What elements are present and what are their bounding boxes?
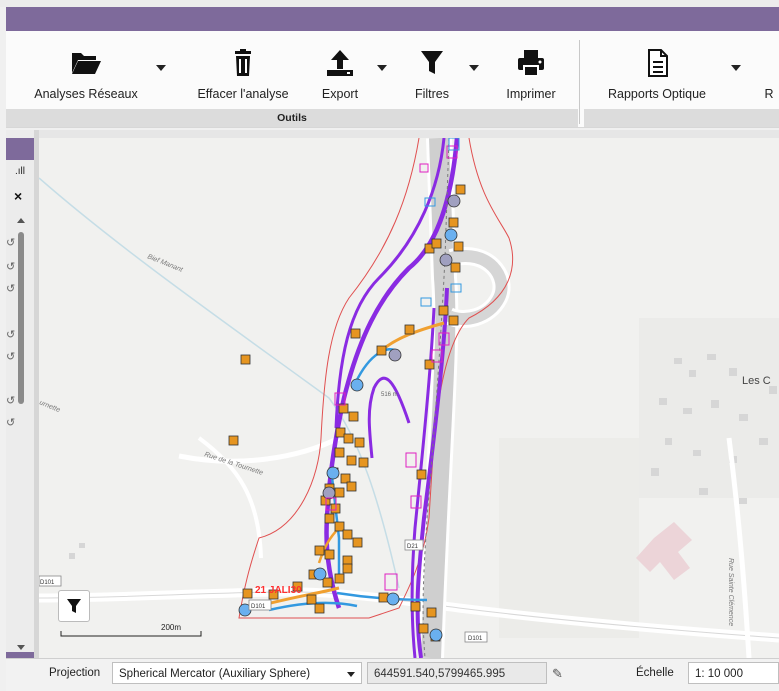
scale-bar-label: 200m [161, 623, 181, 632]
ribbon-group-bar [584, 109, 779, 127]
ribbon-separator [579, 40, 580, 124]
effacer-analyse-label: Effacer l'analyse [197, 87, 289, 101]
export-dropdown[interactable] [377, 65, 387, 71]
scroll-down-icon[interactable] [17, 645, 25, 650]
printer-icon [518, 50, 544, 77]
status-bar: Projection Spherical Mercator (Auxiliary… [6, 658, 779, 691]
filtres-label: Filtres [414, 87, 450, 101]
layer-icon[interactable]: ↺ [6, 394, 15, 407]
layer-icon[interactable]: ↺ [6, 416, 15, 429]
cable-label: 21 JALI30 [255, 585, 302, 596]
projection-select[interactable]: Spherical Mercator (Auxiliary Sphere) [112, 662, 362, 684]
report-icon [648, 49, 668, 77]
scale-label: Échelle [636, 667, 674, 679]
coordinates-field[interactable]: 644591.540,5799465.995 [367, 662, 547, 684]
top-strip [0, 0, 779, 7]
left-panel-scrollbar[interactable] [18, 232, 24, 404]
imprimer-button[interactable]: Imprimer [496, 39, 566, 111]
road-label-d101: D101 [251, 604, 266, 610]
rapports-optique-button[interactable]: Rapports Optique [594, 39, 720, 111]
layer-icon[interactable]: ↺ [6, 328, 15, 341]
elevation-label: 516 m [381, 392, 398, 398]
road-label-d101: D101 [40, 580, 55, 586]
next-ribbon-label: R [764, 87, 774, 101]
filtres-button[interactable]: Filtres [404, 39, 460, 111]
rapports-optique-label: Rapports Optique [608, 87, 706, 101]
upload-icon [327, 50, 353, 76]
projection-value: Spherical Mercator (Auxiliary Sphere) [119, 668, 311, 680]
imprimer-label: Imprimer [506, 87, 556, 101]
road-label-d101: D101 [468, 636, 483, 642]
filter-icon [421, 51, 443, 74]
export-button[interactable]: Export [314, 39, 366, 111]
les-label: Les C [742, 375, 771, 387]
chevron-down-icon [347, 672, 355, 677]
filtres-dropdown[interactable] [469, 65, 479, 71]
layer-icon[interactable]: ↺ [6, 260, 15, 273]
road-label-d21: D21 [407, 544, 419, 550]
ribbon-group-label: Outils [6, 109, 578, 127]
map-canvas[interactable]: Bief Manant Rue de la Tournette urnette … [39, 138, 779, 658]
effacer-analyse-button[interactable]: Effacer l'analyse [186, 39, 300, 111]
left-panel-header [6, 138, 34, 160]
layer-icon[interactable]: ↺ [6, 350, 15, 363]
layer-icon[interactable]: ↺ [6, 282, 15, 295]
scroll-up-icon[interactable] [17, 218, 25, 223]
next-ribbon-button[interactable]: R [762, 39, 776, 111]
analyses-reseaux-dropdown[interactable] [156, 65, 166, 71]
close-icon[interactable]: × [14, 188, 22, 204]
left-panel: .ıll × ↺ ↺ ↺ ↺ ↺ ↺ ↺ [6, 130, 35, 658]
scale-input[interactable]: 1: 10 000 [688, 662, 779, 684]
title-bar [6, 7, 779, 31]
map-filter-button[interactable] [58, 590, 90, 622]
edit-icon[interactable]: ✎ [552, 666, 563, 682]
folder-open-icon [72, 53, 101, 74]
export-label: Export [321, 87, 359, 101]
rapports-optique-dropdown[interactable] [731, 65, 741, 71]
projection-label: Projection [49, 667, 101, 679]
trash-icon [235, 49, 251, 76]
analyses-reseaux-button[interactable]: Analyses Réseaux [16, 39, 156, 111]
layer-icon[interactable]: ↺ [6, 236, 15, 249]
signal-icon: .ıll [15, 166, 25, 177]
filter-icon [67, 599, 81, 613]
map-view[interactable]: Bief Manant Rue de la Tournette urnette … [39, 138, 779, 658]
rue-sainte-label: Rue Sainte Clémence [727, 558, 734, 626]
map-top-bar [39, 130, 779, 138]
analyses-reseaux-label: Analyses Réseaux [34, 87, 138, 101]
